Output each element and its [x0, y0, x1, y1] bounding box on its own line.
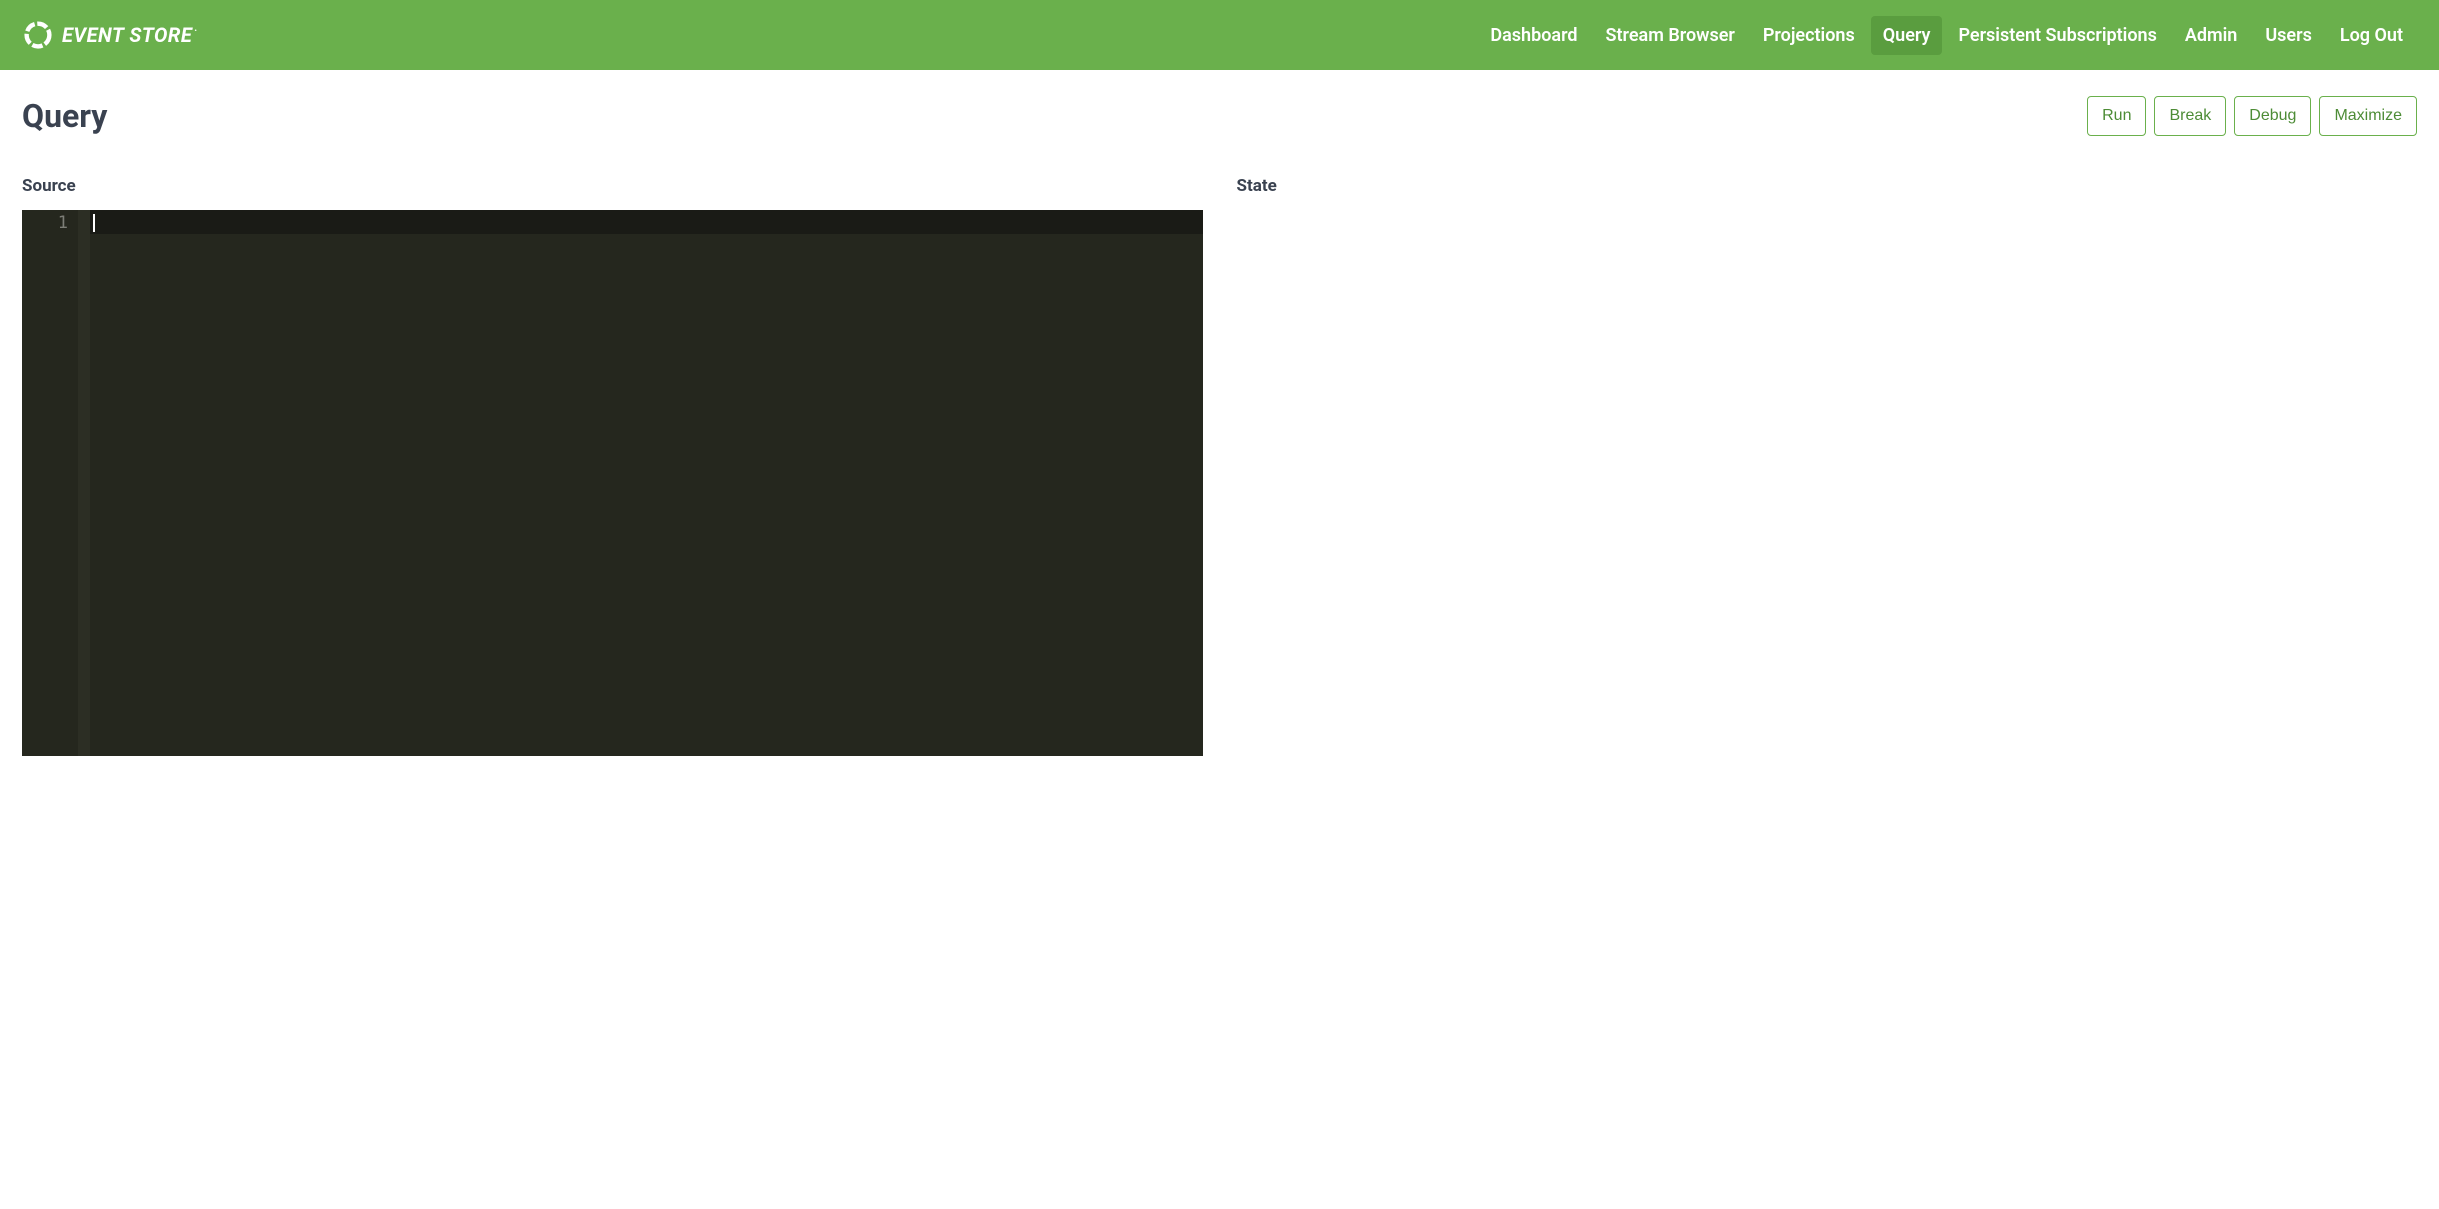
state-panel: State — [1237, 176, 2418, 756]
debug-button[interactable]: Debug — [2234, 96, 2311, 136]
brand-name: EVENT STORE. — [62, 23, 198, 47]
main-nav: Dashboard Stream Browser Projections Que… — [1478, 16, 2415, 55]
nav-dashboard[interactable]: Dashboard — [1478, 16, 1589, 55]
event-store-logo-icon — [24, 21, 52, 49]
action-buttons: Run Break Debug Maximize — [2087, 96, 2417, 136]
state-heading: State — [1237, 176, 2418, 196]
editor-gutter: 1 — [22, 210, 78, 756]
nav-query[interactable]: Query — [1871, 16, 1943, 55]
break-button[interactable]: Break — [2154, 96, 2226, 136]
editor-cursor — [93, 214, 95, 232]
run-button[interactable]: Run — [2087, 96, 2146, 136]
nav-users[interactable]: Users — [2253, 16, 2324, 55]
source-heading: Source — [22, 176, 1203, 196]
header: EVENT STORE. Dashboard Stream Browser Pr… — [0, 0, 2439, 70]
source-editor[interactable]: 1 — [22, 210, 1203, 756]
page-title: Query — [22, 97, 107, 135]
nav-admin[interactable]: Admin — [2173, 16, 2250, 55]
editor-gutter-margin — [78, 210, 90, 756]
nav-log-out[interactable]: Log Out — [2328, 16, 2415, 55]
line-number: 1 — [22, 213, 68, 233]
editor-active-line — [90, 210, 1203, 234]
panels: Source 1 State — [22, 176, 2417, 756]
maximize-button[interactable]: Maximize — [2319, 96, 2417, 136]
title-row: Query Run Break Debug Maximize — [22, 96, 2417, 136]
editor-body[interactable] — [90, 210, 1203, 756]
nav-persistent-subscriptions[interactable]: Persistent Subscriptions — [1946, 16, 2168, 55]
nav-projections[interactable]: Projections — [1751, 16, 1867, 55]
main-content: Query Run Break Debug Maximize Source 1 — [0, 70, 2439, 782]
brand-logo[interactable]: EVENT STORE. — [24, 21, 198, 49]
nav-stream-browser[interactable]: Stream Browser — [1594, 16, 1747, 55]
source-panel: Source 1 — [22, 176, 1203, 756]
